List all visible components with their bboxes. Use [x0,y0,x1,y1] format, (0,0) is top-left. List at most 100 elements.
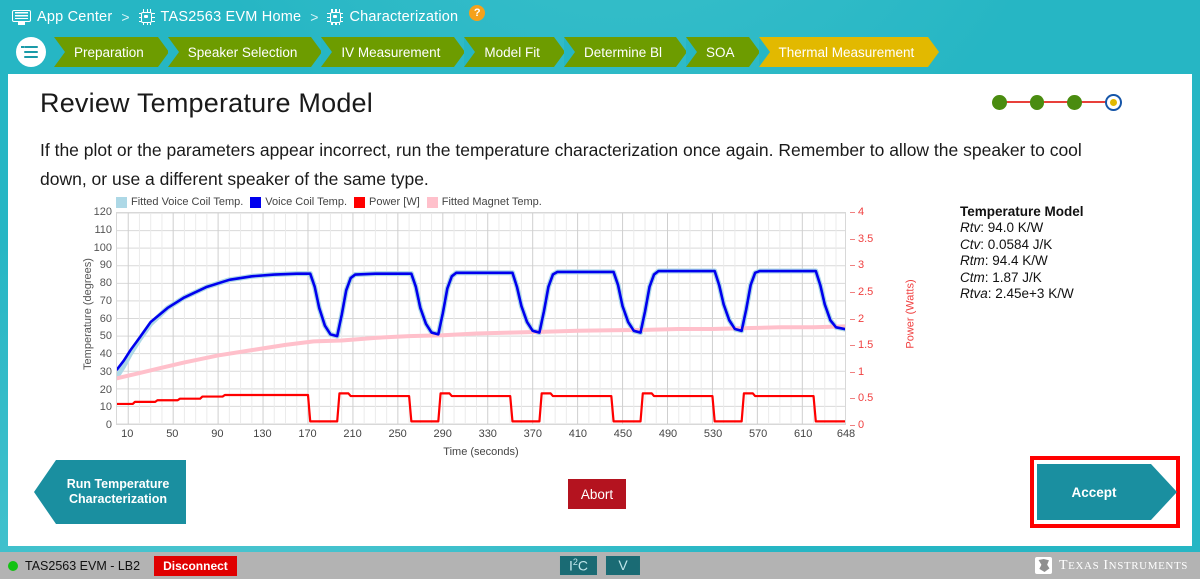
progress-dot-1[interactable] [992,94,1007,110]
y-axis-ticks-right: 0 0.5 1 1.5 2 2.5 3 3.5 4 [850,206,884,431]
y-tick-right: 0 [858,419,865,431]
x-tick: 50 [166,428,179,440]
run-temperature-characterization-button[interactable]: Run Temperature Characterization [34,460,186,524]
breadcrumb-item-app-center[interactable]: App Center [12,9,112,25]
brand-nstruments: NSTRUMENTS [1108,559,1188,572]
x-tick: 170 [298,428,317,440]
y-tick-left: 80 [99,277,112,289]
ti-wordmark: TEXAS INSTRUMENTS [1059,558,1188,574]
legend-swatch [354,196,366,208]
y-tick-left: 10 [99,401,112,414]
x-tick: 450 [613,428,633,440]
model-param-name: Rtv [960,220,981,235]
x-tick: 130 [253,428,272,440]
help-icon[interactable]: ? [469,5,486,21]
legend-label: Voice Coil Temp. [265,196,348,208]
temperature-model-panel: Temperature Model Rtv: 94.0 K/W Ctv: 0.0… [960,204,1170,303]
y-tick-left: 50 [99,330,112,343]
i2c-badge[interactable]: I2C [559,556,598,575]
model-row-rtva: Rtva: 2.45e+3 K/W [960,286,1170,303]
step-speaker-selection[interactable]: Speaker Selection [167,37,322,67]
device-name-label: TAS2563 EVM - LB2 [25,558,141,573]
legend-item-power: Power [W] [354,196,420,208]
breadcrumb-label: App Center [37,9,113,25]
abort-button[interactable]: Abort [568,479,626,509]
hamburger-menu-icon[interactable] [16,37,46,67]
legend-label: Fitted Voice Coil Temp. [131,196,244,208]
model-param-name: Ctm [960,269,985,285]
y-tickmark-right [850,371,855,373]
voltage-badge[interactable]: V [606,556,641,575]
content-card: Review Temperature Model If the plot or … [8,74,1192,546]
interface-badges: I2C V [559,556,641,575]
legend-item-voice-coil: Voice Coil Temp. [250,196,347,208]
chip-icon [327,9,344,25]
model-param-value: : 1.87 J/K [984,269,1042,285]
legend-label: Fitted Magnet Temp. [441,196,542,208]
breadcrumb-item-evm-home[interactable]: TAS2563 EVM Home [138,9,302,25]
brand-exas: EXAS [1068,559,1100,572]
model-param-name: Rtm [960,253,985,268]
disconnect-button[interactable]: Disconnect [154,555,237,576]
step-determine-bl[interactable]: Determine Bl [563,37,688,67]
step-preparation[interactable]: Preparation [54,37,169,67]
y-tick-left: 110 [94,223,112,236]
x-axis-label: Time (seconds) [443,446,519,458]
x-tick: 210 [343,428,362,440]
x-tick: 370 [523,428,542,440]
y-tick-left: 30 [99,365,112,378]
y-tickmark-right [850,425,855,426]
y-tick-right: 2 [858,312,865,325]
step-iv-measurement[interactable]: IV Measurement [321,37,466,67]
y-tick-left: 20 [99,383,112,396]
model-param-value: : 0.0584 J/K [980,236,1053,252]
x-tick: 490 [658,428,678,440]
step-thermal-measurement[interactable]: Thermal Measurement [758,37,940,67]
y-tickmark-right [850,291,855,293]
x-axis-ticks: 10 50 90 130 170 210 250 290 330 370 410 450 490 530 5… [116,428,855,444]
temperature-chart: Fitted Voice Coil Temp. Voice Coil Temp.… [38,196,938,458]
y-tick-right: 3 [858,259,865,272]
step-model-fit[interactable]: Model Fit [464,37,565,67]
y-tick-right: 1.5 [858,339,874,352]
x-tick: 648 [836,428,856,440]
x-tick: 570 [748,428,768,440]
y-tick-left: 90 [99,259,112,272]
legend-swatch [116,196,127,208]
model-row-rtv: Rtv: 94.0 K/W [960,220,1170,237]
x-tick: 610 [794,428,813,440]
model-row-ctm: Ctm: 1.87 J/K [960,270,1170,287]
y-axis-label-right: Power (Watts) [904,279,917,349]
y-tick-left: 120 [93,206,112,218]
progress-dot-3[interactable] [1067,94,1083,110]
y-tick-right: 3.5 [858,232,874,245]
x-tick: 90 [211,428,224,440]
y-tickmark-right [850,318,855,320]
breadcrumb: App Center > TAS2563 EVM Home > Characte… [0,0,1200,34]
accept-button[interactable]: Accept [1037,464,1177,520]
model-heading: Temperature Model [960,204,1084,219]
breadcrumb-item-characterization[interactable]: Characterization [327,9,458,25]
y-tickmark-right [850,345,855,347]
y-tickmark-right [850,212,855,213]
status-bar: TAS2563 EVM - LB2 Disconnect I2C V TEXAS… [0,552,1200,579]
x-tick: 530 [703,428,723,440]
x-tick: 330 [478,428,497,440]
legend-swatch [426,196,438,208]
progress-dot-4-active[interactable] [1105,93,1122,111]
y-tickmark-right [850,398,855,400]
step-soa[interactable]: SOA [685,37,759,67]
x-tick: 290 [433,428,452,440]
app-center-icon [12,9,31,25]
progress-dot-2[interactable] [1029,94,1045,110]
model-row-ctv: Ctv: 0.0584 J/K [960,237,1170,254]
legend-swatch [250,196,262,208]
y-tickmark-right [850,238,855,240]
model-param-name: Rtva [960,286,988,301]
y-tick-left: 40 [99,348,112,360]
model-row-rtm: Rtm: 94.4 K/W [960,253,1170,270]
brand-t: T [1059,557,1069,573]
page-instructions: If the plot or the parameters appear inc… [40,140,1082,189]
connection-status-led [8,560,18,571]
y-tick-right: 1 [858,365,865,378]
